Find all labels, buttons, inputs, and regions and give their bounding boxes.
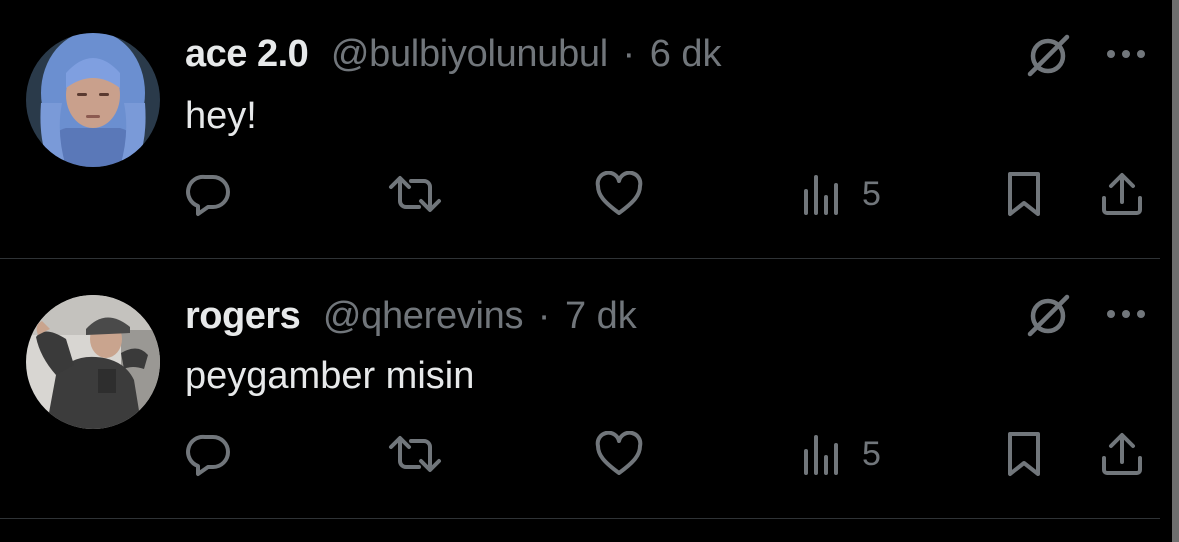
views-button[interactable]: 5 bbox=[800, 166, 881, 222]
more-options-icon[interactable] bbox=[1104, 44, 1148, 64]
separator-dot: · bbox=[622, 33, 636, 75]
bookmark-icon bbox=[1008, 432, 1040, 476]
retweet-button[interactable] bbox=[387, 426, 443, 482]
bookmark-button[interactable] bbox=[1002, 426, 1046, 482]
tweet-header: rogers @qherevins · 7 dk bbox=[185, 292, 637, 340]
reply-button[interactable] bbox=[186, 166, 232, 222]
retweet-icon bbox=[389, 176, 441, 212]
views-count: 5 bbox=[862, 175, 881, 213]
like-icon bbox=[595, 431, 643, 475]
scrollbar[interactable] bbox=[1172, 0, 1179, 542]
reply-icon bbox=[186, 174, 230, 216]
share-icon bbox=[1102, 173, 1142, 215]
reply-icon bbox=[186, 434, 230, 476]
tweet-divider bbox=[0, 258, 1160, 259]
timestamp[interactable]: 7 dk bbox=[565, 295, 637, 337]
reply-button[interactable] bbox=[186, 426, 232, 482]
grok-icon[interactable] bbox=[1022, 290, 1074, 342]
display-name[interactable]: rogers bbox=[185, 295, 301, 337]
like-icon bbox=[595, 171, 643, 215]
user-handle[interactable]: @qherevins bbox=[323, 295, 524, 337]
tweet-text: hey! bbox=[185, 95, 257, 137]
bookmark-icon bbox=[1008, 172, 1040, 216]
like-button[interactable] bbox=[594, 426, 644, 482]
retweet-icon bbox=[389, 436, 441, 472]
avatar[interactable] bbox=[26, 295, 160, 429]
avatar-image bbox=[26, 33, 160, 167]
tweet[interactable]: rogers @qherevins · 7 dk peygamber misin bbox=[0, 260, 1160, 518]
separator-dot: · bbox=[537, 295, 551, 337]
share-icon bbox=[1102, 433, 1142, 475]
views-icon bbox=[804, 175, 838, 215]
display-name[interactable]: ace 2.0 bbox=[185, 33, 309, 75]
timestamp[interactable]: 6 dk bbox=[650, 33, 722, 75]
like-button[interactable] bbox=[594, 166, 644, 222]
share-button[interactable] bbox=[1098, 426, 1146, 482]
share-button[interactable] bbox=[1098, 166, 1146, 222]
tweet[interactable]: ace 2.0 @bulbiyolunubul · 6 dk hey! 5 bbox=[0, 0, 1160, 258]
avatar[interactable] bbox=[26, 33, 160, 167]
timeline-feed: ace 2.0 @bulbiyolunubul · 6 dk hey! 5 ro… bbox=[0, 0, 1160, 542]
retweet-button[interactable] bbox=[387, 166, 443, 222]
tweet-header: ace 2.0 @bulbiyolunubul · 6 dk bbox=[185, 30, 722, 78]
tweet-actions: 5 bbox=[0, 426, 1160, 482]
views-icon bbox=[804, 435, 838, 475]
tweet-actions: 5 bbox=[0, 166, 1160, 222]
views-count: 5 bbox=[862, 435, 881, 473]
user-handle[interactable]: @bulbiyolunubul bbox=[331, 33, 608, 75]
tweet-divider bbox=[0, 518, 1160, 519]
bookmark-button[interactable] bbox=[1002, 166, 1046, 222]
tweet-text: peygamber misin bbox=[185, 355, 475, 397]
views-button[interactable]: 5 bbox=[800, 426, 881, 482]
more-options-icon[interactable] bbox=[1104, 304, 1148, 324]
avatar-image bbox=[26, 295, 160, 429]
grok-icon[interactable] bbox=[1022, 30, 1074, 82]
